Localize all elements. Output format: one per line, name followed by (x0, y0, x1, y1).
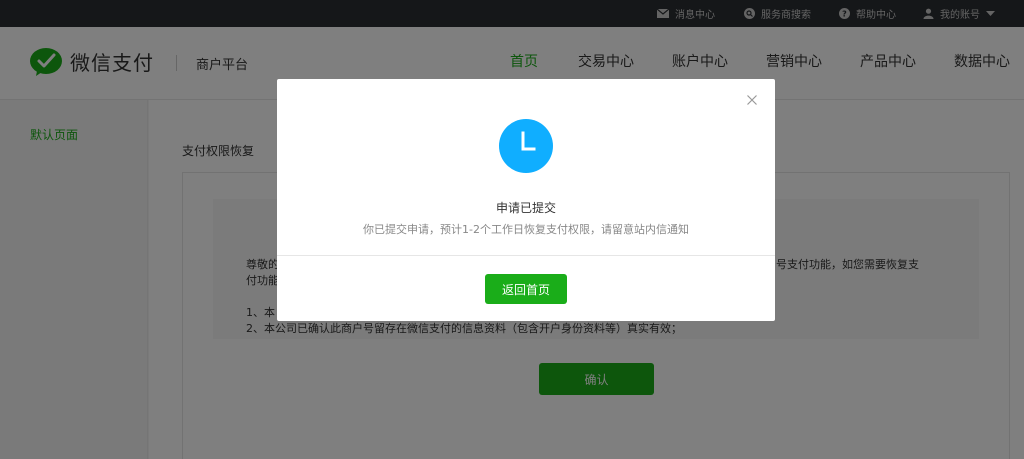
modal-divider (277, 255, 775, 256)
clock-icon (499, 119, 553, 173)
modal-description: 你已提交申请，预计1-2个工作日恢复支付权限，请留意站内信通知 (363, 223, 689, 236)
close-icon (747, 95, 757, 105)
submission-modal: 申请已提交 你已提交申请，预计1-2个工作日恢复支付权限，请留意站内信通知 返回… (277, 79, 775, 321)
back-to-home-button[interactable]: 返回首页 (485, 274, 567, 304)
close-button[interactable] (745, 93, 759, 107)
modal-title: 申请已提交 (495, 201, 556, 215)
